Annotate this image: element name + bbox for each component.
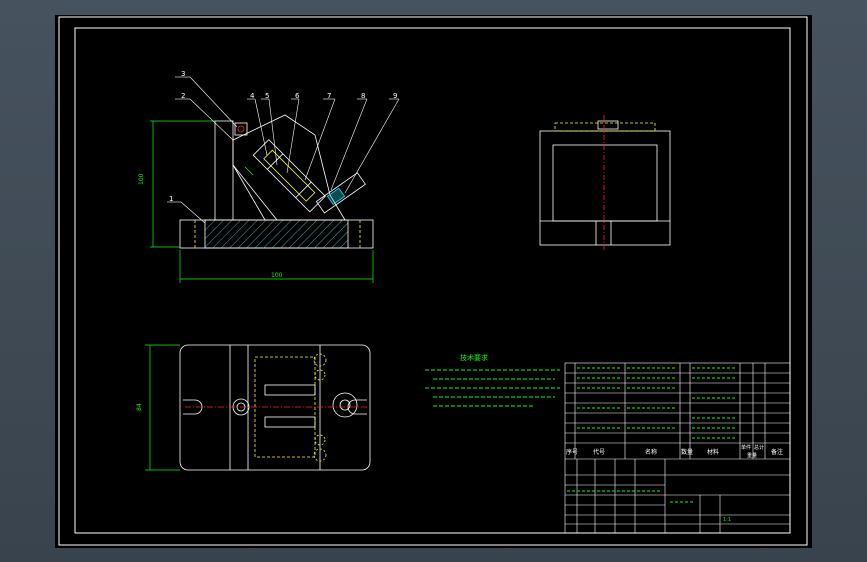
balloon-7: 7 — [327, 92, 331, 100]
bom-code: 代号 — [593, 448, 605, 456]
bom-header-labels: 序号 代号 名称 数量 材料 单件 总计 重量 备注 — [566, 444, 783, 459]
drawing-sheet[interactable]: 100 100 3 2 4 5 6 7 8 9 1 84 技术要求 序号 代号 … — [55, 15, 812, 548]
balloon-9: 9 — [393, 92, 397, 100]
front-view — [179, 114, 374, 249]
plan-dimensions — [145, 344, 180, 471]
bom-seq: 序号 — [566, 448, 578, 456]
balloon-6: 6 — [295, 92, 300, 100]
plan-view — [179, 344, 371, 471]
balloon-labels: 3 2 4 5 6 7 8 9 1 — [169, 70, 397, 203]
bom-material: 材料 — [707, 448, 719, 456]
notes-lines — [425, 369, 560, 407]
dim-plan-height: 84 — [136, 403, 143, 411]
notes-title: 技术要求 — [460, 353, 488, 362]
bom-qty: 数量 — [681, 448, 693, 456]
drawing-canvas: 100 100 3 2 4 5 6 7 8 9 1 84 技术要求 序号 代号 … — [58, 16, 808, 546]
cad-viewport[interactable]: 100 100 3 2 4 5 6 7 8 9 1 84 技术要求 序号 代号 … — [0, 0, 867, 562]
bom-remark: 备注 — [771, 448, 783, 456]
balloon-8: 8 — [361, 92, 365, 100]
dim-front-height: 100 — [138, 173, 145, 185]
bom-name: 名称 — [645, 448, 657, 456]
dim-front-width: 100 — [271, 272, 283, 279]
inner-frame — [74, 27, 791, 534]
bom-text-placeholders — [567, 367, 735, 503]
bom-weight: 重量 — [747, 452, 757, 459]
bom-unit-weight: 单件 — [741, 444, 751, 451]
balloon-4: 4 — [250, 92, 255, 100]
bom-total-weight: 总计 — [754, 444, 764, 451]
balloon-1: 1 — [169, 195, 173, 203]
balloon-5: 5 — [265, 92, 269, 100]
side-view — [539, 115, 671, 250]
balloon-3: 3 — [181, 70, 185, 78]
balloon-2: 2 — [181, 92, 185, 100]
outer-frame — [58, 16, 808, 546]
title-scale: 1:1 — [723, 517, 731, 523]
